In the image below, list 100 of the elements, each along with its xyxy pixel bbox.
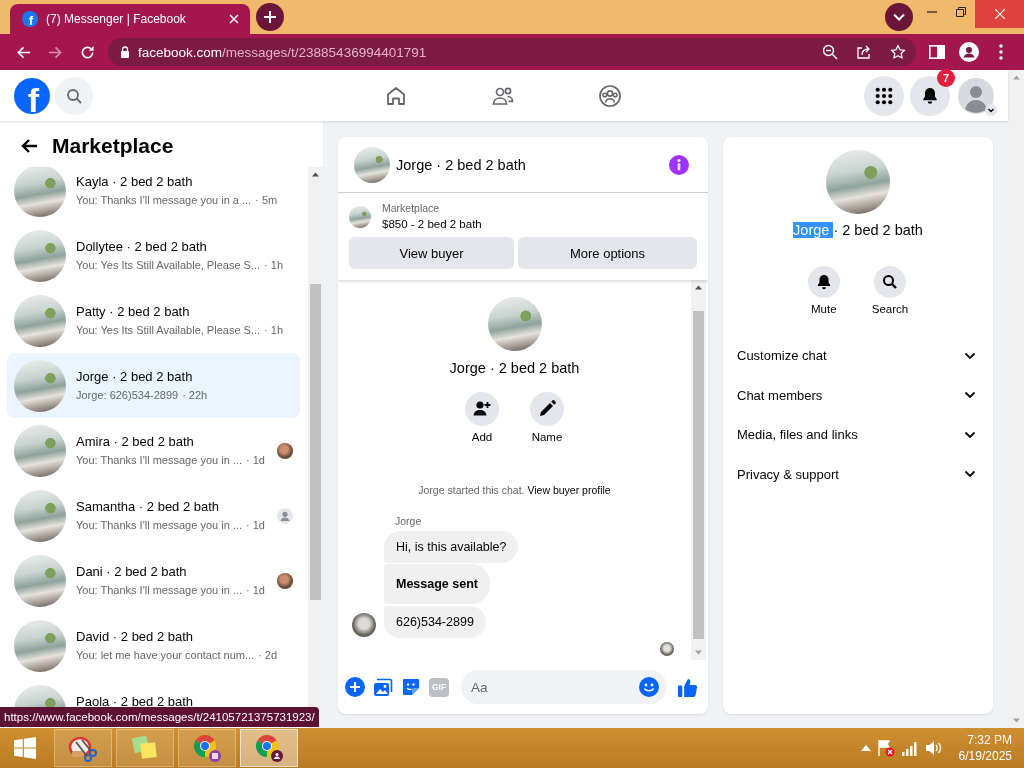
star-icon[interactable] [890,44,906,60]
conversation-name: Samantha · 2 bed 2 bath [76,499,221,515]
chevron-down-icon[interactable] [964,430,976,439]
bell-icon[interactable] [807,266,840,298]
listing-photo [349,205,371,228]
listing-photo [14,619,66,672]
url-text[interactable]: facebook.com/messages/t/23885436994401791 [138,44,427,60]
person-icon [959,42,979,62]
grid-icon [875,86,893,105]
listing-photo [14,424,66,477]
message-time: · 1h [264,258,284,272]
sticker-icon[interactable] [401,677,421,697]
listing-photo [14,489,66,542]
section-row[interactable]: Media, files and links [723,415,993,455]
conversation-name: David · 2 bed 2 bath [76,629,195,645]
info-icon[interactable] [669,154,689,175]
section-row[interactable]: Privacy & support [723,454,993,494]
conversation-name: Dani · 2 bed 2 bath [76,564,188,580]
address-bar[interactable]: facebook.com/messages/t/23885436994401791 [108,38,916,66]
message-preview: You: Thanks I'll message you in ... [76,583,242,597]
add-person-icon[interactable] [465,392,499,426]
listing-photo [14,554,66,607]
more-dots-icon [999,44,1003,60]
taskbar-app[interactable] [54,729,112,767]
share-icon[interactable] [856,44,872,60]
close-tab-icon[interactable] [229,14,239,24]
action-button[interactable]: More options [518,237,697,269]
message-input[interactable]: Aa [461,670,667,704]
search-icon [66,87,82,104]
add-circle-icon[interactable] [345,677,365,697]
scrollbar[interactable] [691,280,706,660]
search-icon[interactable] [874,266,906,298]
conversation-item[interactable]: Dollytee · 2 bed 2 bath You: Yes Its Still Available, Please S... · 1h [7,223,300,288]
sidebar-title: Marketplace [52,134,174,158]
photo-icon[interactable] [373,677,393,697]
message-time: · 22h [182,388,208,402]
browser-tab[interactable]: f (7) Messenger | Facebook [10,4,250,34]
section-row[interactable]: Chat members [723,375,993,415]
tab-search-button[interactable] [885,3,913,31]
search-button[interactable] [55,76,93,115]
message-time: · 1d [246,453,265,467]
new-tab-button[interactable] [256,3,284,31]
minimize-icon [926,11,937,13]
conversation-item[interactable]: Dani · 2 bed 2 bath You: Thanks I'll message you in ... · 1d [7,548,300,613]
notifications-button[interactable] [910,75,950,116]
listing-photo[interactable] [354,146,390,183]
message-bubble: Hi, is this available? [384,531,519,563]
chevron-down-icon[interactable] [985,103,997,116]
side-panel-icon [929,45,945,59]
listing-photo [14,359,66,412]
taskbar-app[interactable] [240,729,298,767]
zoom-out-icon[interactable] [822,44,838,60]
action-label: Name [531,430,563,444]
action-label: Add [471,430,493,444]
lock-icon[interactable] [120,46,130,58]
conversation-item[interactable]: Kayla · 2 bed 2 bath You: Thanks I'll message you in a ... · 5m [7,167,300,223]
chat-intro: Jorge started this chat. View buyer profile [418,483,611,497]
conversation-item[interactable]: Samantha · 2 bed 2 bath You: Thanks I'll message you in ... · 1d [7,483,300,548]
listing-photo [14,294,66,347]
section-row[interactable]: Customize chat [723,336,993,376]
thumbs-up-icon[interactable] [677,676,698,698]
chevron-down-icon[interactable] [964,351,976,360]
pencil-icon[interactable] [530,392,564,426]
listing-title: $850 - 2 bed 2 bath [382,217,482,231]
back-arrow-icon[interactable] [20,138,38,154]
tab-favicon: f [22,11,38,27]
conversation-name: Patty · 2 bed 2 bath [76,304,191,320]
message-time: · 5m [255,193,278,207]
taskbar-app[interactable] [178,729,236,767]
plus-icon [263,10,277,24]
forward-arrow-icon [47,44,63,60]
message-preview: Jorge: 626)534-2899 [76,388,179,402]
action-button[interactable]: View buyer [349,237,514,269]
site-logo[interactable]: f [14,77,50,114]
chevron-down-icon [893,13,905,21]
caret-up-icon[interactable] [860,745,871,751]
chat-title[interactable]: Jorge · 2 bed 2 bath [396,156,526,173]
view-profile-link[interactable]: View buyer profile [527,484,611,496]
conversation-item[interactable]: David · 2 bed 2 bath You: let me have your contact num... · 2d [7,613,300,678]
flag-icon[interactable] [876,739,895,757]
conversation-item[interactable]: Amira · 2 bed 2 bath You: Thanks I'll message you in ... · 1d [7,418,300,483]
message-bubble: 626)534-2899 [384,606,486,638]
emoji-icon[interactable] [639,677,659,697]
chevron-down-icon[interactable] [964,470,976,479]
message-preview: You: let me have your contact num... [76,648,255,662]
action-label: Search [871,302,909,316]
menu-grid-button[interactable] [864,75,904,116]
signal-icon[interactable] [900,739,919,757]
message-preview: You: Yes Its Still Available, Please S... [76,323,261,337]
groups-icon[interactable] [597,83,622,108]
profile-name: Jorge · 2 bed 2 bath [793,221,923,240]
conversation-item[interactable]: Patty · 2 bed 2 bath You: Yes Its Still Available, Please S... · 1h [7,288,300,353]
chevron-down-icon[interactable] [964,391,976,400]
profile-name: Jorge · 2 bed 2 bath [449,359,580,378]
windows-icon [14,737,36,759]
message-preview: You: Thanks I'll message you in ... [76,453,242,467]
conversation-item[interactable]: Jorge · 2 bed 2 bath Jorge: 626)534-2899 · 22h [7,353,300,418]
clock-time: 7:32 PM [967,732,1012,748]
volume-icon[interactable] [924,739,943,757]
action-label: Mute [811,302,837,316]
